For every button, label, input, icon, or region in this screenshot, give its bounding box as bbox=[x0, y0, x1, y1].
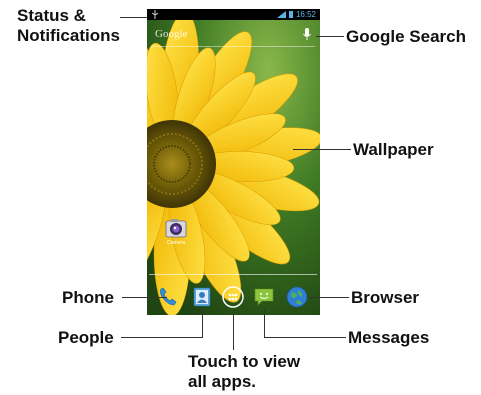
phone-screen: 16:52 Google Camera bbox=[147, 9, 320, 315]
status-time: 16:52 bbox=[295, 10, 316, 19]
status-bar[interactable]: 16:52 bbox=[147, 9, 320, 20]
microphone-icon[interactable] bbox=[302, 27, 312, 41]
people-icon[interactable] bbox=[191, 286, 213, 308]
people-leader-line-v bbox=[202, 309, 203, 338]
wallpaper-label: Wallpaper bbox=[353, 140, 434, 159]
browser-icon[interactable] bbox=[286, 286, 308, 308]
status-leader-line bbox=[120, 17, 147, 18]
sunflower-wallpaper bbox=[147, 9, 320, 315]
browser-label: Browser bbox=[351, 288, 420, 307]
google-search-label: Google Search bbox=[346, 27, 466, 46]
messages-leader-line-v bbox=[264, 309, 265, 338]
messages-leader-line-h bbox=[264, 337, 346, 338]
dock-divider bbox=[149, 274, 317, 275]
battery-icon bbox=[288, 11, 293, 18]
wallpaper-leader-line bbox=[293, 149, 351, 150]
all-apps-leader-line bbox=[233, 310, 234, 350]
all-apps-icon[interactable] bbox=[222, 286, 244, 308]
people-leader-line-h bbox=[121, 337, 203, 338]
all-apps-label: Touch to view all apps. bbox=[188, 352, 301, 391]
messages-icon[interactable] bbox=[253, 286, 275, 308]
browser-leader-line bbox=[309, 297, 349, 298]
phone-leader-line bbox=[122, 297, 167, 298]
google-logo: Google bbox=[155, 28, 188, 40]
signal-icon bbox=[276, 11, 286, 18]
people-label: People bbox=[58, 328, 114, 347]
messages-label: Messages bbox=[348, 328, 430, 347]
camera-label: Camera bbox=[167, 240, 185, 246]
phone-label: Phone bbox=[62, 288, 114, 307]
camera-icon[interactable] bbox=[165, 217, 187, 239]
usb-icon bbox=[151, 10, 159, 19]
google-search-leader-line bbox=[316, 36, 344, 37]
status-notifications-label: Status & Notifications bbox=[17, 6, 120, 45]
google-search-bar[interactable]: Google bbox=[151, 24, 315, 47]
